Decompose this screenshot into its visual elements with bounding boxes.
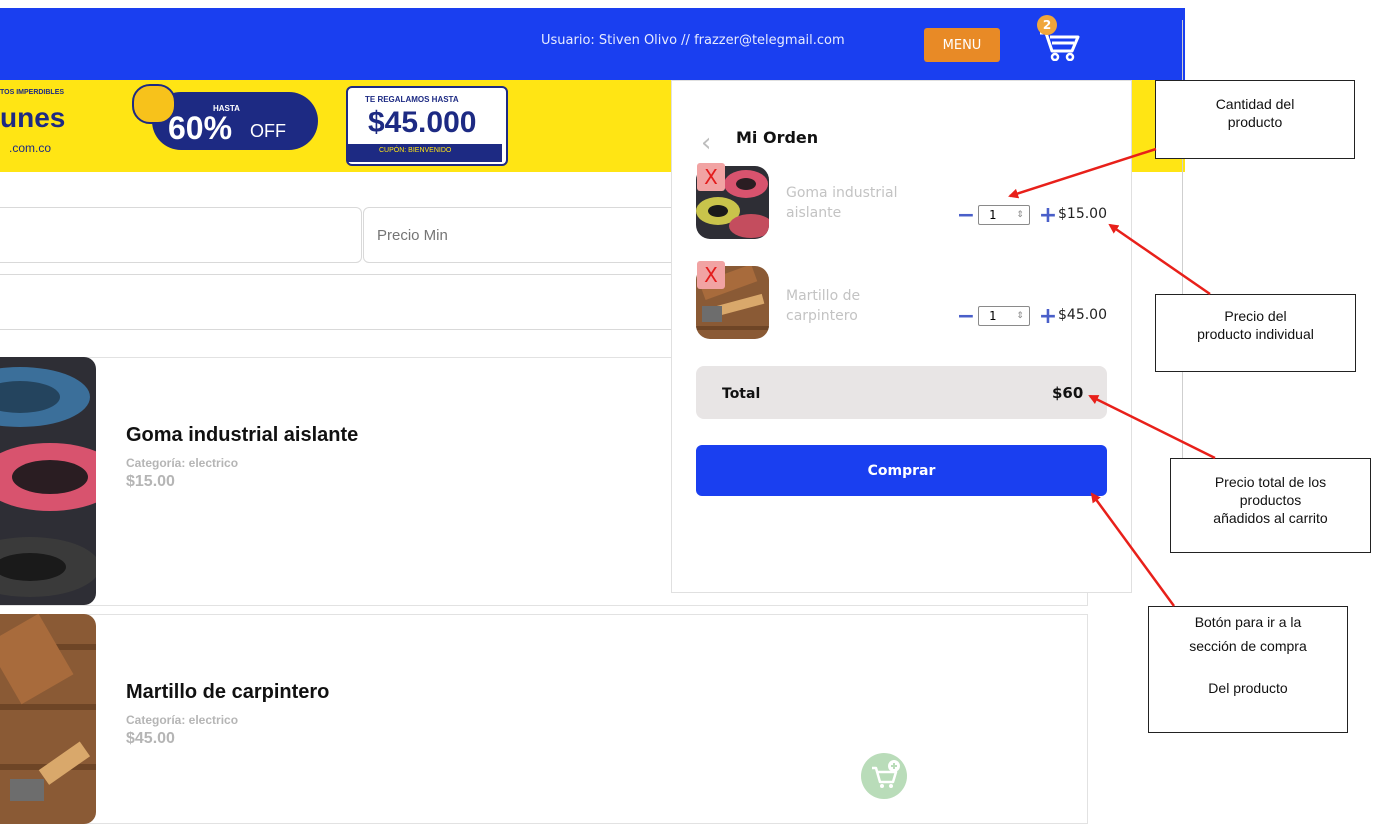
callout-line: Cantidad del <box>1215 96 1295 112</box>
callout-line: productos <box>1239 492 1302 508</box>
add-to-cart-button[interactable] <box>861 753 907 799</box>
callout-buy-button: Botón para ir a la sección de compra Del… <box>1148 606 1348 733</box>
increase-qty-button[interactable]: + <box>1039 203 1057 228</box>
callout-line: Botón para ir a la <box>1194 614 1302 630</box>
callout-line: producto individual <box>1197 326 1314 342</box>
increase-qty-button[interactable]: + <box>1039 304 1057 329</box>
menu-button[interactable]: MENU <box>924 28 1000 62</box>
decrease-qty-button[interactable]: − <box>957 203 975 228</box>
product-image <box>0 357 96 605</box>
order-title: Mi Orden <box>736 128 819 147</box>
search-name-field[interactable] <box>0 207 362 263</box>
back-chevron-icon[interactable]: ‹ <box>701 128 711 158</box>
category-filter-field[interactable] <box>0 274 690 330</box>
callout-total-price: Precio total de los productos añadidos a… <box>1170 458 1371 553</box>
banner-coupon-amount: $45.000 <box>368 106 477 139</box>
banner-coupon-title: TE REGALAMOS HASTA <box>365 95 459 104</box>
banner-off-text: OFF <box>250 121 286 141</box>
product-price: $15.00 <box>126 473 175 490</box>
user-info-text: Usuario: Stiven Olivo // frazzer@telegma… <box>541 33 845 48</box>
callout-line: Del producto <box>1208 680 1288 696</box>
decrease-qty-button[interactable]: − <box>957 304 975 329</box>
callout-line: sección de compra <box>1189 638 1307 654</box>
product-name[interactable]: Goma industrial aislante <box>126 424 358 447</box>
banner-coupon-code: CUPÓN: BIENVENIDO <box>379 147 452 154</box>
callout-line: añadidos al carrito <box>1213 510 1328 526</box>
product-name[interactable]: Martillo de carpintero <box>126 681 329 704</box>
spinner-arrows-icon[interactable]: ⇕ <box>1013 207 1027 223</box>
product-category: Categoría: electrico <box>126 456 239 470</box>
product-image <box>0 614 96 824</box>
banner-brand-suffix: .com.co <box>9 141 52 155</box>
order-item-price: $45.00 <box>1058 307 1107 323</box>
min-price-input[interactable] <box>363 207 683 263</box>
order-item-price: $15.00 <box>1058 206 1107 222</box>
banner-discount-value: 60% <box>168 110 233 146</box>
remove-item-button[interactable]: X <box>697 261 725 289</box>
order-total-value: $60 <box>1052 384 1084 402</box>
callout-line: Precio del <box>1224 308 1287 324</box>
remove-item-button[interactable]: X <box>697 163 725 191</box>
product-category: Categoría: electrico <box>126 713 239 727</box>
product-price: $45.00 <box>126 730 175 747</box>
cart-plus-icon <box>872 760 900 788</box>
buy-button[interactable]: Comprar <box>696 445 1107 496</box>
callout-unit-price: Precio del producto individual <box>1155 294 1356 372</box>
callout-line <box>1149 655 1347 673</box>
callout-line: producto <box>1227 114 1283 130</box>
banner-promo-text: TOS IMPERDIBLES <box>0 89 65 96</box>
banner-brand-logo: unes <box>0 102 66 133</box>
order-item-name: Goma industrial aislante <box>786 185 898 221</box>
cart-count-badge: 2 <box>1037 15 1057 35</box>
spinner-arrows-icon[interactable]: ⇕ <box>1013 308 1027 324</box>
order-item-name: Martillo de carpintero <box>786 288 861 324</box>
callout-quantity: Cantidad del producto <box>1155 80 1355 159</box>
callout-line: Precio total de los <box>1214 474 1327 490</box>
order-total-label: Total <box>722 386 761 402</box>
